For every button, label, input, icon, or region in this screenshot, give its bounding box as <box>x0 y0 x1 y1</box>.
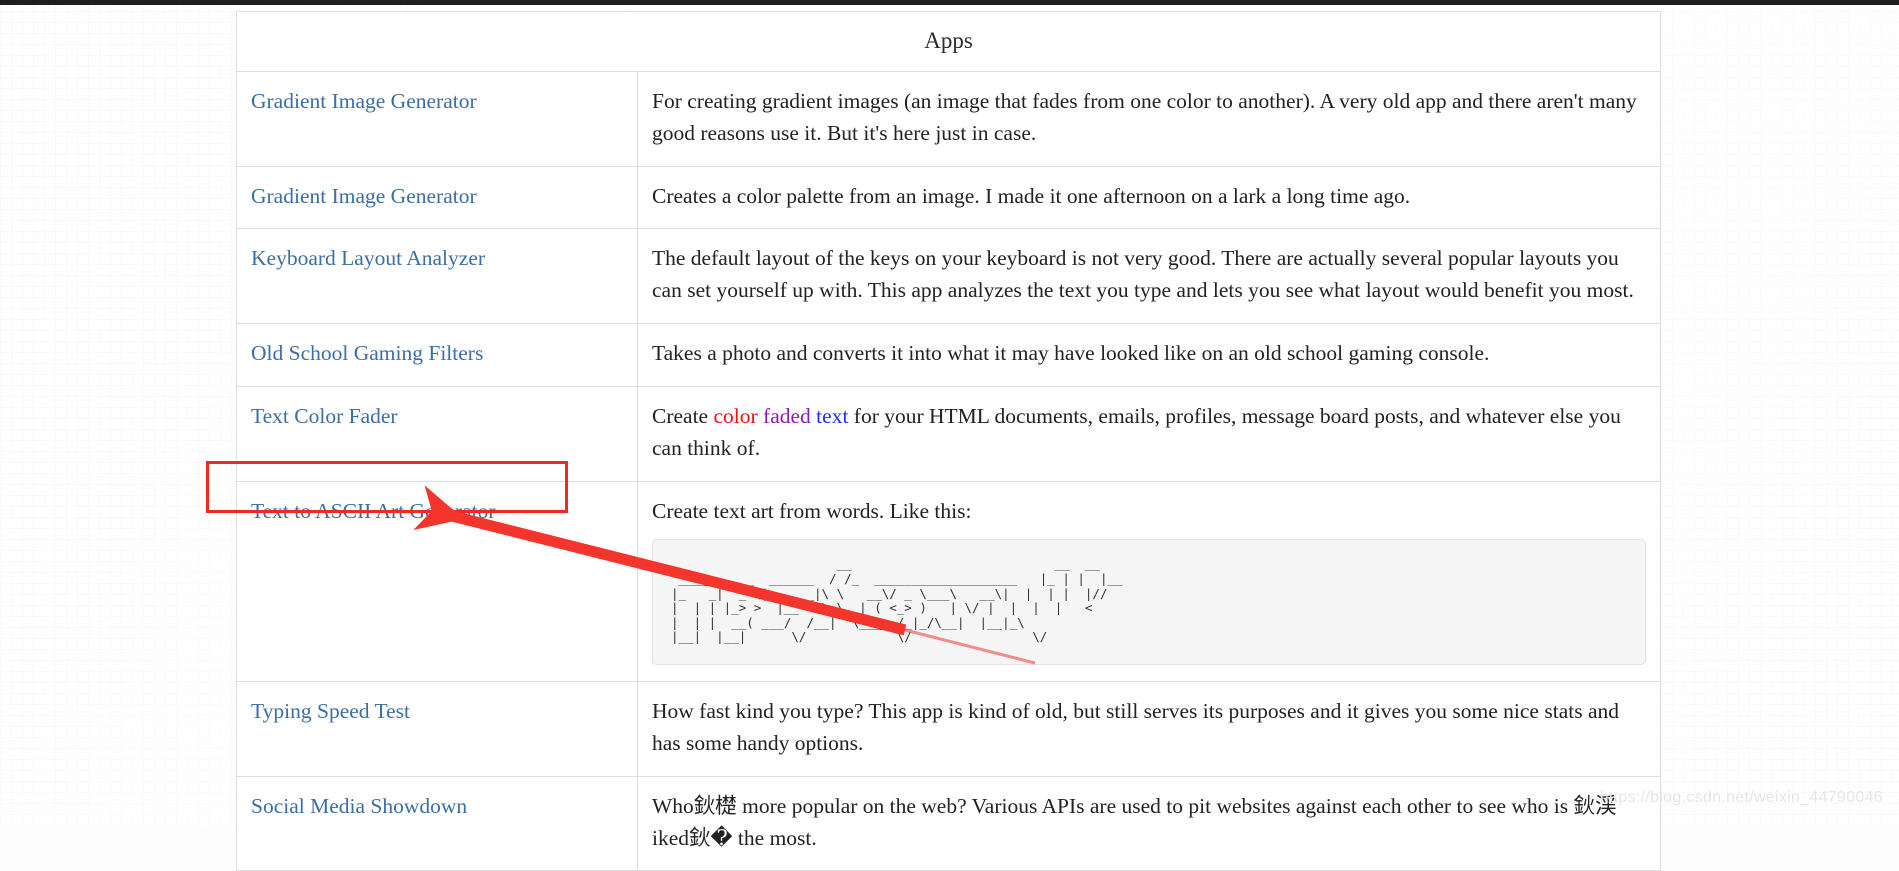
desc-text-before: Create <box>652 403 714 428</box>
app-link-old-school-gaming-filters[interactable]: Old School Gaming Filters <box>251 341 483 365</box>
table-row: Social Media Showdown Who鈥檚 more popular… <box>236 775 1661 871</box>
app-description-cell: Create text art from words. Like this: _… <box>637 480 1661 683</box>
faded-word-color: color <box>713 403 758 428</box>
app-description-cell: Takes a photo and converts it into what … <box>637 323 1661 387</box>
app-name-cell: Social Media Showdown <box>236 775 638 871</box>
app-link-gradient-image-generator-2[interactable]: Gradient Image Generator <box>251 184 477 208</box>
app-link-social-media-showdown[interactable]: Social Media Showdown <box>251 794 467 818</box>
table-row: Gradient Image Generator For creating gr… <box>236 71 1661 167</box>
table-row: Gradient Image Generator Creates a color… <box>236 165 1661 230</box>
ascii-intro-text: Create text art from words. Like this: <box>652 498 972 523</box>
app-name-cell: Gradient Image Generator <box>236 165 638 230</box>
apps-table-container: Apps Gradient Image Generator For creati… <box>236 11 1661 871</box>
faded-word-text: text <box>816 403 849 428</box>
apps-table: Apps Gradient Image Generator For creati… <box>236 11 1661 871</box>
app-description-cell: Who鈥檚 more popular on the web? Various A… <box>637 775 1661 871</box>
app-link-keyboard-layout-analyzer[interactable]: Keyboard Layout Analyzer <box>251 246 485 270</box>
document-page: Apps Gradient Image Generator For creati… <box>0 0 1899 871</box>
app-description-cell: How fast kind you type? This app is kind… <box>637 681 1661 777</box>
table-row: Old School Gaming Filters Takes a photo … <box>236 323 1661 387</box>
app-link-text-color-fader[interactable]: Text Color Fader <box>251 404 398 428</box>
app-link-gradient-image-generator-1[interactable]: Gradient Image Generator <box>251 89 477 113</box>
app-name-cell: Text Color Fader <box>236 385 638 482</box>
apps-table-caption: Apps <box>236 11 1661 71</box>
table-row: Typing Speed Test How fast kind you type… <box>236 681 1661 777</box>
app-description-cell: Create color faded text for your HTML do… <box>637 385 1661 482</box>
app-name-cell-highlighted: Text to ASCII Art Generator <box>236 480 638 683</box>
app-name-cell: Keyboard Layout Analyzer <box>236 228 638 325</box>
apps-table-body: Gradient Image Generator For creating gr… <box>236 71 1661 871</box>
csdn-watermark: https://blog.csdn.net/weixin_44790046 <box>1599 789 1883 806</box>
app-name-cell: Typing Speed Test <box>236 681 638 777</box>
app-name-cell: Gradient Image Generator <box>236 71 638 167</box>
app-link-text-to-ascii-art-generator[interactable]: Text to ASCII Art Generator <box>251 499 496 523</box>
faded-word-faded: faded <box>763 403 811 428</box>
app-name-cell: Old School Gaming Filters <box>236 323 638 387</box>
app-link-typing-speed-test[interactable]: Typing Speed Test <box>251 699 410 723</box>
app-description-cell: For creating gradient images (an image t… <box>637 71 1661 167</box>
app-description-cell: The default layout of the keys on your k… <box>637 228 1661 325</box>
ascii-art-sample: __ __ __ __________ ______ / /_ ________… <box>652 539 1646 666</box>
table-row: Text to ASCII Art Generator Create text … <box>236 480 1661 683</box>
browser-top-strip <box>0 0 1899 5</box>
table-row: Keyboard Layout Analyzer The default lay… <box>236 228 1661 325</box>
app-description-cell: Creates a color palette from an image. I… <box>637 165 1661 230</box>
table-row: Text Color Fader Create color faded text… <box>236 385 1661 482</box>
